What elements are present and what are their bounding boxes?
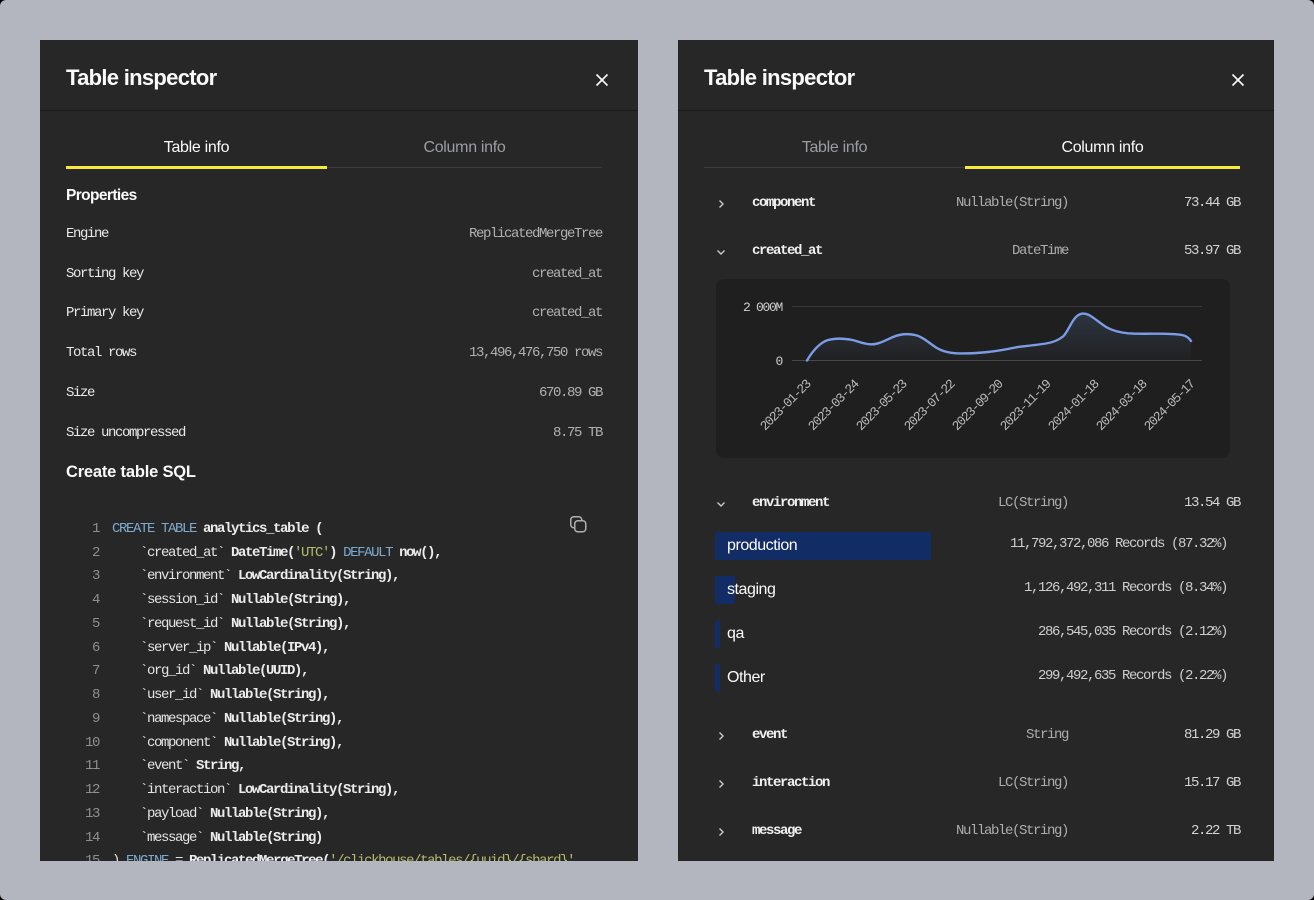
svg-text:2 000M: 2 000M — [743, 300, 783, 315]
svg-text:0: 0 — [775, 354, 782, 369]
